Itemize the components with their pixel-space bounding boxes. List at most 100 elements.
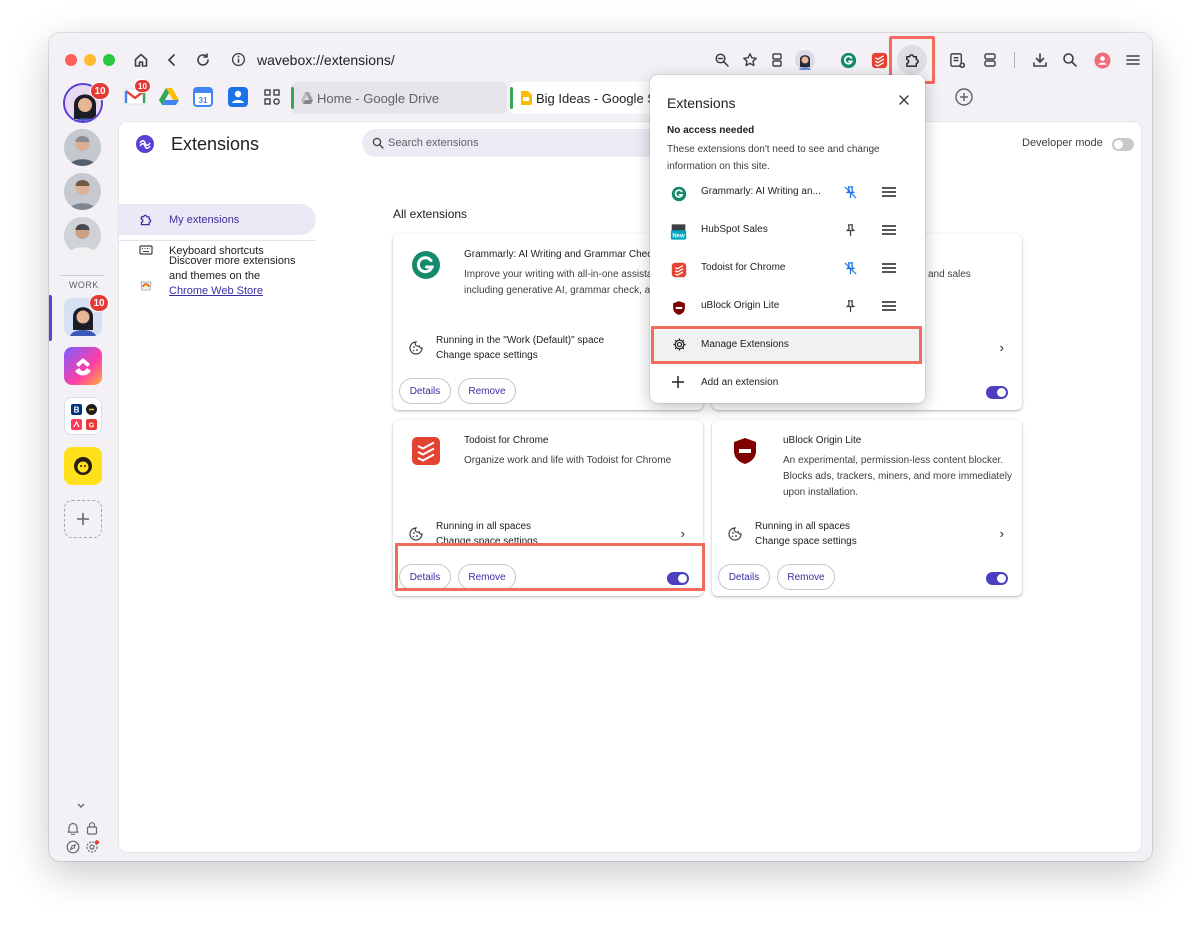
clickup-app-button[interactable] xyxy=(64,347,102,385)
tab-label: Home - Google Drive xyxy=(317,90,440,106)
extension-enable-toggle[interactable] xyxy=(986,572,1008,585)
popup-title: Extensions xyxy=(667,95,736,111)
zoom-icon xyxy=(715,53,729,67)
contact-avatar-1[interactable] xyxy=(64,129,101,166)
add-space-button[interactable] xyxy=(64,500,102,538)
downloads-button[interactable] xyxy=(1027,47,1053,73)
minimize-window-button[interactable] xyxy=(84,54,96,66)
reading-list-button[interactable] xyxy=(944,47,970,73)
popup-item-ublock[interactable]: uBlock Origin Lite xyxy=(650,288,925,326)
tab-google-slides[interactable]: Big Ideas - Google Slides xyxy=(510,82,660,114)
contacts-app-button[interactable] xyxy=(225,84,251,110)
popup-description: These extensions don't need to see and c… xyxy=(667,144,880,172)
toolbar-divider xyxy=(1014,52,1015,68)
lock-icon[interactable] xyxy=(85,821,99,835)
wavebox-logo-icon xyxy=(135,134,155,154)
remove-button[interactable]: Remove xyxy=(777,564,835,590)
section-title: All extensions xyxy=(393,207,468,221)
menu-icon[interactable] xyxy=(881,185,897,199)
discover-text: Discover more extensions and themes on t… xyxy=(169,255,296,282)
app-group-button[interactable]: BG xyxy=(64,397,102,435)
drive-app-button[interactable] xyxy=(156,84,182,110)
grammarly-toolbar-button[interactable] xyxy=(835,47,861,73)
apps-grid-button[interactable] xyxy=(259,84,285,110)
popup-item-grammarly[interactable]: Grammarly: AI Writing an... xyxy=(650,174,925,212)
popup-item-hubspot[interactable]: New HubSpot Sales xyxy=(650,212,925,250)
zoom-window-button[interactable] xyxy=(103,54,115,66)
run-scope: Running in all spaces xyxy=(436,521,532,532)
svg-text:New: New xyxy=(672,233,685,239)
menu-icon[interactable] xyxy=(881,223,897,237)
add-extension-item[interactable]: Add an extension xyxy=(650,367,925,401)
developer-mode-toggle[interactable] xyxy=(1112,138,1134,151)
account-button[interactable] xyxy=(1089,47,1115,73)
grammarly-icon xyxy=(840,52,856,68)
google-calendar-icon: 31 xyxy=(193,87,213,107)
cookie-icon xyxy=(409,527,423,541)
reload-button[interactable] xyxy=(190,47,216,73)
hubspot-icon: New xyxy=(670,223,687,240)
change-space-settings: Change space settings xyxy=(755,536,857,547)
bell-icon[interactable] xyxy=(66,821,80,835)
popup-item-todoist[interactable]: Todoist for Chrome xyxy=(650,250,925,288)
manage-extensions-highlight xyxy=(651,326,922,364)
zoom-button[interactable] xyxy=(709,47,735,73)
contact-avatar-3[interactable] xyxy=(64,217,101,254)
cookie-icon xyxy=(409,341,423,355)
home-button[interactable] xyxy=(128,47,154,73)
menu-icon[interactable] xyxy=(881,299,897,313)
chevron-down-icon[interactable] xyxy=(76,802,86,810)
back-button[interactable] xyxy=(159,47,185,73)
google-contacts-icon xyxy=(228,87,248,107)
work-group-label: WORK xyxy=(69,280,99,290)
tab-label: Big Ideas - Google Slides xyxy=(536,90,660,106)
address-bar[interactable]: wavebox://extensions/ xyxy=(257,52,395,68)
extension-enable-toggle[interactable] xyxy=(986,386,1008,399)
search-icon xyxy=(372,137,384,149)
nav-my-extensions[interactable]: My extensions xyxy=(119,204,316,235)
search-icon xyxy=(1063,53,1077,67)
plus-icon xyxy=(77,513,89,525)
chrome-web-store-link[interactable]: Chrome Web Store xyxy=(169,285,263,297)
details-button[interactable]: Details xyxy=(718,564,770,590)
search-extensions-input[interactable]: Search extensions xyxy=(362,129,682,157)
gear-icon[interactable] xyxy=(85,840,99,854)
extension-name: Grammarly: AI Writing and Grammar Checke… xyxy=(464,249,667,260)
close-icon[interactable] xyxy=(898,94,910,106)
site-info-icon[interactable] xyxy=(231,52,246,67)
profile-avatar-button[interactable] xyxy=(792,47,818,73)
unpin-icon[interactable] xyxy=(843,261,858,276)
mailchimp-icon xyxy=(74,457,92,475)
split-view-button[interactable] xyxy=(764,47,790,73)
svg-text:G: G xyxy=(89,423,95,430)
menu-icon[interactable] xyxy=(881,261,897,275)
account-icon xyxy=(1093,51,1111,69)
remove-button[interactable]: Remove xyxy=(458,378,516,404)
download-icon xyxy=(1033,53,1047,67)
contact-avatar-2[interactable] xyxy=(64,173,101,210)
compass-icon[interactable] xyxy=(66,840,80,854)
pin-icon[interactable] xyxy=(843,299,858,314)
sidebar-divider xyxy=(119,240,316,241)
close-window-button[interactable] xyxy=(65,54,77,66)
gmail-badge: 10 xyxy=(134,79,151,93)
space-settings-row[interactable]: Running in all spaces Change space setti… xyxy=(712,517,1022,551)
bookmark-button[interactable] xyxy=(737,47,763,73)
calendar-app-button[interactable]: 31 xyxy=(190,84,216,110)
popup-subtitle: No access needed xyxy=(667,125,755,136)
work-space-badge: 10 xyxy=(89,294,109,312)
mailchimp-app-button[interactable] xyxy=(64,447,102,485)
search-button[interactable] xyxy=(1057,47,1083,73)
new-tab-button[interactable] xyxy=(951,84,977,110)
details-button[interactable]: Details xyxy=(399,378,451,404)
run-scope: Running in the "Work (Default)" space xyxy=(436,335,605,346)
tab-google-drive[interactable]: Home - Google Drive xyxy=(291,82,507,114)
unpin-icon[interactable] xyxy=(843,185,858,200)
chevron-right-icon: › xyxy=(999,340,1004,355)
hamburger-menu-icon xyxy=(1126,55,1140,65)
tab-overview-button[interactable] xyxy=(977,47,1003,73)
main-menu-button[interactable] xyxy=(1120,47,1146,73)
extension-name: Todoist for Chrome xyxy=(464,435,549,446)
pin-icon[interactable] xyxy=(843,223,858,238)
todoist-icon xyxy=(670,261,687,278)
